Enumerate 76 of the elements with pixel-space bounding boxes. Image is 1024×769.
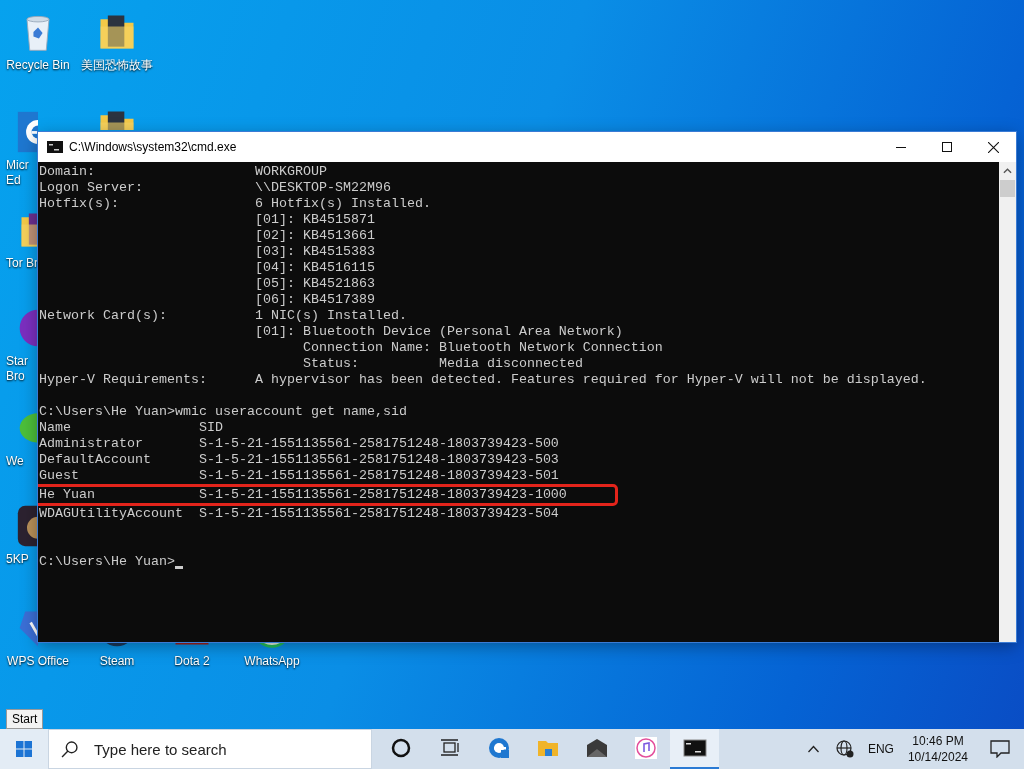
desktop-icon-label: 5KP [6,552,29,567]
console-text: WORKGROUP [254,164,327,180]
console-text: [06]: KB4517389 [254,292,375,308]
desktop-icon-label: Star [6,354,28,369]
scrollbar[interactable] [999,162,1016,642]
command-prompt: C:\Users\He Yuan> [39,554,175,570]
cmd-icon [682,736,707,760]
start-button[interactable] [0,729,48,769]
table-cell: S-1-5-21-1551135561-2581751248-1803739423-1000 [198,487,567,503]
browser-icon[interactable] [16,110,38,154]
globe-icon [835,740,854,758]
console-text: Connection Name: [302,340,432,356]
clock-time: 10:46 PM [912,733,964,749]
console-text: Domain: [39,164,95,179]
desktop-icon-label: Ed [6,173,21,188]
desktop-icon-label: 美国恐怖故事 [81,58,153,73]
scroll-thumb[interactable] [1000,180,1015,197]
clock-date: 10/14/2024 [907,749,968,765]
media-player-icon[interactable] [16,504,38,548]
console-text: [02]: KB4513661 [254,228,375,244]
tooltip: Start [6,709,44,729]
console-text: 1 NIC(s) Installed. [254,308,407,324]
mail-icon [584,736,609,760]
command-line: C:\Users\He Yuan>wmic useraccount get name,sid [39,404,407,420]
console-text: Status: [302,356,360,372]
console-text: [03]: KB4515383 [254,244,375,260]
chevron-up-icon [806,745,820,753]
search-field[interactable]: Type here to search [92,739,356,759]
edge-icon [486,736,511,760]
table-cell: S-1-5-21-1551135561-2581751248-1803739423-500 [198,436,559,452]
console-text: A hypervisor has been detected. Features required for Hyper-V will not be displayed. [254,372,927,388]
close-icon [987,141,999,153]
desktop-icon-label: Recycle Bin [6,58,70,73]
console-text: \\DESKTOP-SM22M96 [254,180,391,196]
search-icon [61,740,78,758]
table-header: SID [198,420,223,436]
table-cell: S-1-5-21-1551135561-2581751248-1803739423-504 [198,506,559,522]
speech-bubble-icon [990,740,1010,758]
console-text: [05]: KB4521863 [254,276,375,292]
table-cell: S-1-5-21-1551135561-2581751248-1803739423-501 [198,468,559,484]
terminal-icon [47,141,63,153]
language-button[interactable]: ENG [861,729,900,769]
search-bar[interactable]: Type here to search [48,729,372,769]
desktop-icon-label: WhatsApp [244,654,300,669]
table-cell-text: WDAGUtilityAccount [39,506,184,522]
text-cursor [175,566,183,569]
table-cell: S-1-5-21-1551135561-2581751248-1803739423-503 [198,452,559,468]
music-icon [633,736,658,760]
desktop-icon-label: Tor Br [6,256,38,271]
desktop-icon-label: We [6,454,24,469]
console-text: Network Card(s): [39,308,167,323]
windows-icon [16,741,32,757]
desktop-icon-label: Dota 2 [174,654,210,669]
console-text: 6 Hotfix(s) Installed. [254,196,431,212]
clock-button[interactable]: 10:46 PM 10/14/2024 [899,729,976,769]
table-cell-text: Administrator [39,436,144,452]
table-header: Name [39,420,72,436]
scroll-up-icon[interactable] [1003,168,1012,174]
desktop-icon-label: WPS Office [7,654,69,669]
console-text: Hotfix(s): [39,196,119,211]
console-text: Hyper-V Requirements: [39,372,207,387]
table-cell-text: DefaultAccount [39,452,152,468]
window-title: C:\Windows\system32\cmd.exe [69,140,238,154]
console-text: Bluetooth Network Connection [438,340,663,356]
console-text: [04]: KB4516115 [254,260,375,276]
desktop-icon-label: Steam [99,654,135,669]
console-text: Logon Server: [39,180,143,195]
maximize-icon [942,142,952,152]
desktop-icon-label: Bro [6,369,25,384]
console-text: [01]: Bluetooth Device (Personal Area Network) [254,324,623,340]
table-cell-text: He Yuan [39,487,96,503]
console-text: [01]: KB4515871 [254,212,375,228]
terminal-taskbar-button[interactable] [670,729,719,769]
desktop-icon-label: Micr [6,158,29,173]
table-cell-text: Guest [39,468,80,484]
console-text: Media disconnected [438,356,583,372]
